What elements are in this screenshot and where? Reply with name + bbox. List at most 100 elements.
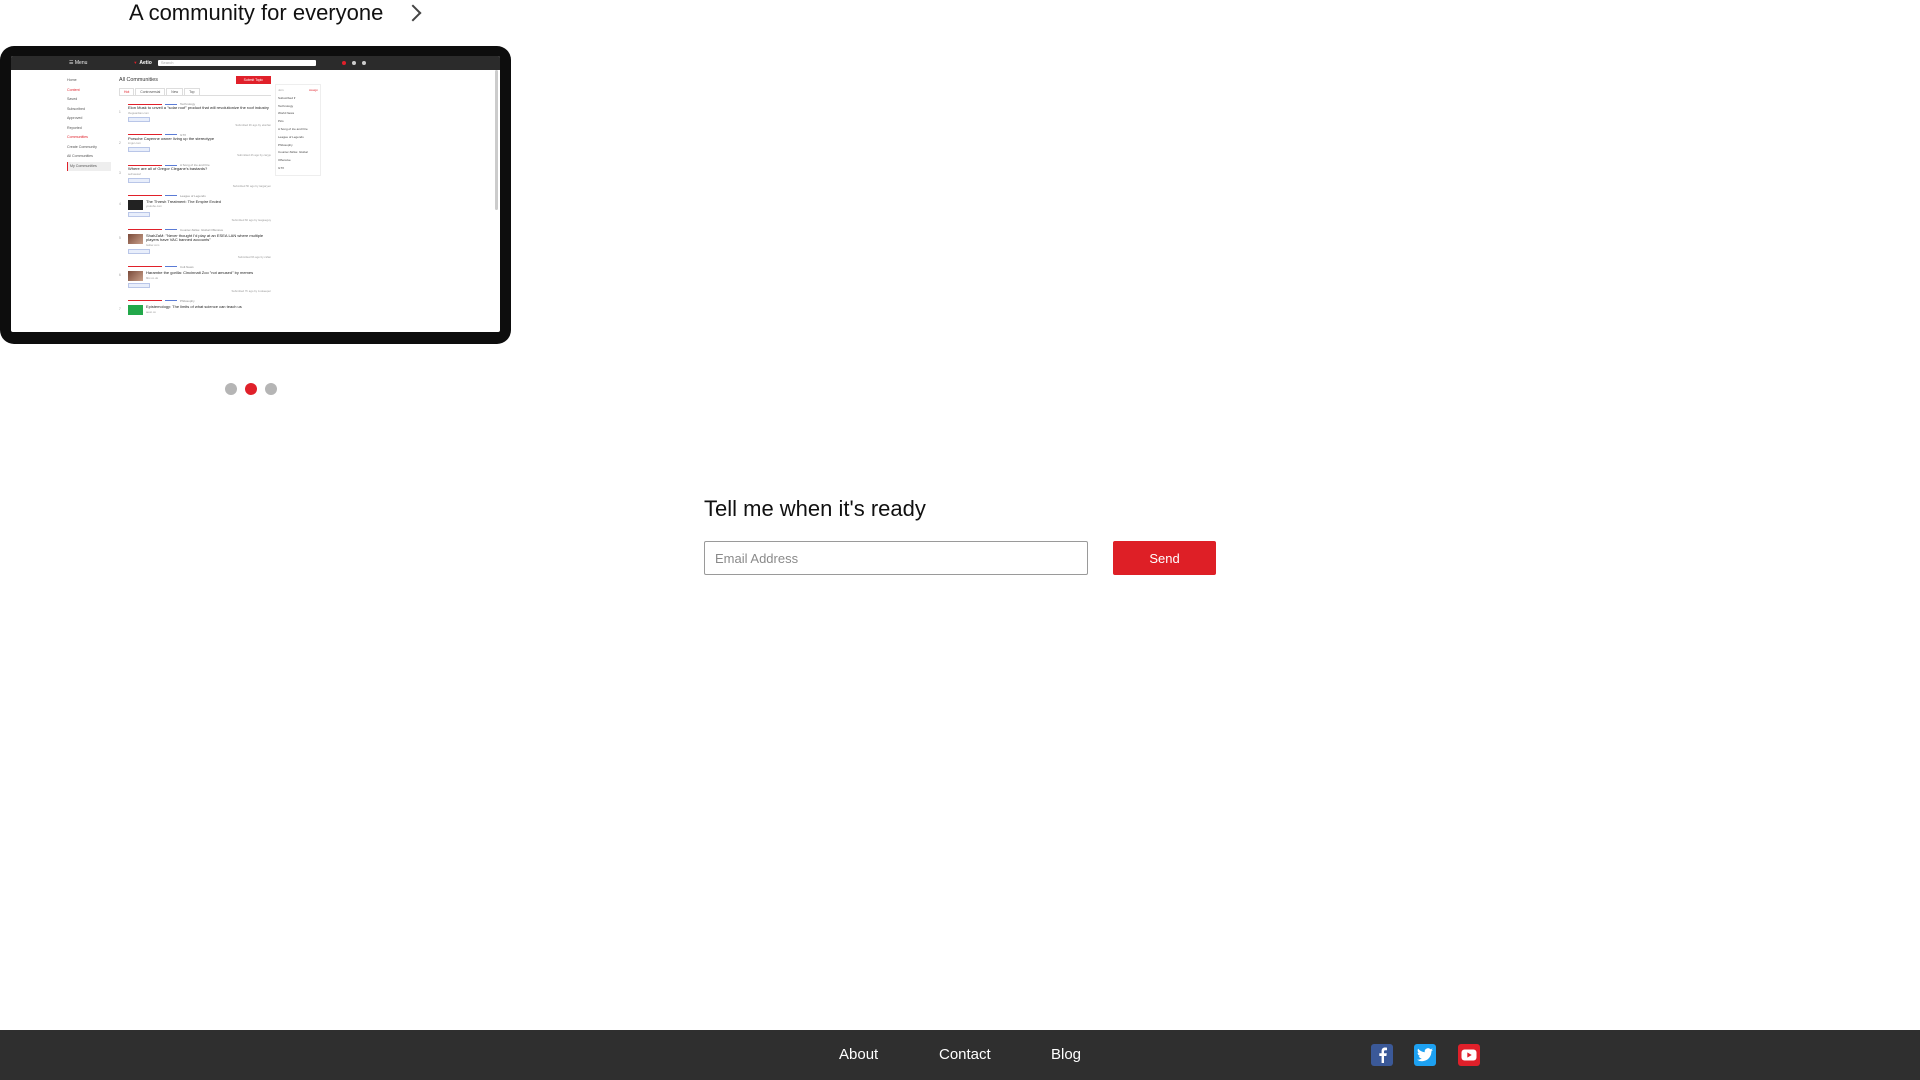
preview-assign-label: Assign: [308, 88, 318, 92]
carousel-title: A community for everyone: [129, 0, 384, 25]
preview-sidebar: Home Content Saved Subscribed Approved R…: [67, 76, 111, 171]
youtube-icon[interactable]: [1458, 1044, 1480, 1066]
preview-post-meta: Submitted 4h ago by caryjo: [237, 153, 271, 158]
preview-post-meta: Submitted 3h ago by elonfan: [235, 122, 271, 127]
preview-post-chip: [128, 248, 150, 254]
preview-post-rank: 2: [119, 140, 121, 145]
preview-post-meta: Submitted 6h ago by csfan: [237, 254, 271, 259]
preview-tabs: Hot Controversial New Top: [119, 88, 271, 96]
carousel-heading[interactable]: A community for everyone: [129, 0, 422, 26]
preview-post: 3 A Song of Ice and Fire Where are all o…: [119, 163, 271, 188]
app-preview-screenshot: ☰ Menu Aetio Search Home Content Saved S…: [11, 56, 500, 332]
preview-post: 7 Philosophy Epistemology: The limits of…: [119, 299, 271, 319]
preview-post-thumbnail: [128, 270, 143, 281]
preview-post-thumbnail: [128, 304, 143, 315]
preview-post: 2 GTX Porsche Cayenne owner living up th…: [119, 133, 271, 158]
preview-post-source: bbc.co.uk: [146, 275, 158, 280]
preview-sidebar-item: Create Community: [67, 144, 97, 149]
footer-link-blog[interactable]: Blog: [1051, 1046, 1081, 1063]
preview-submit-button: Submit Topic: [235, 76, 271, 84]
carousel-dot-1[interactable]: [225, 383, 237, 395]
preview-scrollbar: [495, 70, 498, 210]
footer: About Contact Blog: [0, 1030, 1920, 1080]
preview-sidebar-home: Home: [67, 78, 77, 82]
preview-search: Search: [157, 60, 316, 66]
preview-post-community: Cult News: [180, 264, 194, 269]
footer-link-about[interactable]: About: [839, 1046, 878, 1063]
preview-notification-icon: [342, 61, 346, 65]
preview-post-rank: 4: [119, 201, 121, 206]
preview-topbar: ☰ Menu Aetio Search: [11, 56, 500, 70]
preview-sidebar-item: Reported: [67, 125, 82, 130]
preview-right-item: Pics: [278, 119, 284, 124]
preview-post-chip: [128, 177, 150, 183]
preview-post-rank: 7: [119, 306, 121, 311]
preview-group-label: Subscribed ▾: [278, 95, 296, 100]
twitter-icon[interactable]: [1414, 1044, 1436, 1066]
preview-sidebar-item: My Communities: [67, 161, 111, 171]
preview-right-panel: Join Assign Subscribed ▾ Technology Worl…: [275, 84, 321, 176]
preview-right-item: Counter-Strike: Global Offensive: [278, 150, 308, 163]
preview-sidebar-item: Saved: [67, 97, 78, 101]
carousel-dot-3[interactable]: [265, 383, 277, 395]
preview-sidebar-item: All Communities: [67, 154, 93, 158]
preview-post-thumbnail: [128, 233, 143, 244]
preview-post-community: Philosophy: [180, 298, 195, 303]
send-button[interactable]: Send: [1113, 541, 1216, 575]
preview-main: All Communities Submit Topic Hot Controv…: [119, 76, 271, 319]
preview-post-thumbnail: [128, 199, 143, 210]
preview-tab: New: [166, 88, 184, 95]
preview-post-rank: 3: [119, 171, 121, 176]
preview-right-item: League of Legends: [278, 134, 304, 139]
preview-right-item: Technology: [278, 103, 294, 108]
preview-settings-icon: [362, 61, 366, 65]
preview-post-source: self.asoiaf: [128, 171, 141, 176]
preview-menu: ☰ Menu: [69, 60, 88, 66]
preview-post-title: Epistemology: The limits of what science…: [146, 303, 242, 309]
preview-post-community: League of Legends: [180, 193, 206, 198]
preview-post-rank: 1: [119, 110, 121, 114]
page: A community for everyone ☰ Menu Aetio Se…: [0, 0, 1920, 1080]
preview-post-source: youtube.com: [146, 204, 163, 209]
device-frame: ☰ Menu Aetio Search Home Content Saved S…: [0, 46, 511, 344]
preview-sidebar-section: Content: [67, 87, 80, 92]
preview-post-chip: [128, 211, 150, 217]
signup-title: Tell me when it's ready: [704, 496, 926, 521]
preview-title: All Communities: [119, 77, 158, 83]
preview-post-source: imgur.com: [128, 141, 141, 146]
preview-post-rank: 5: [119, 235, 121, 240]
preview-post: 1 Technology Elon Musk to unveil a "sola…: [119, 102, 271, 127]
preview-post-title: Elon Musk to unveil a "solar roof" produ…: [128, 105, 269, 110]
preview-post-meta: Submitted 6h ago by leagueguy: [231, 217, 271, 222]
preview-right-item: A Song of Ice and Fire: [278, 126, 308, 131]
chevron-right-icon[interactable]: [404, 4, 422, 22]
preview-post-title: ShahZaM: "Never thought I'd play at an E…: [146, 232, 264, 243]
preview-post: 5 Counter-Strike: Global Offensive ShahZ…: [119, 228, 271, 259]
preview-tab: Top: [184, 88, 200, 95]
carousel-dots: [225, 383, 277, 395]
preview-post-meta: Submitted 7h ago by zookeeper: [231, 288, 272, 293]
preview-post-source: twitter.com: [146, 242, 160, 247]
preview-post-source: aeon.co: [146, 309, 156, 314]
preview-logo: Aetio: [133, 60, 152, 66]
preview-user-icon: [352, 61, 356, 65]
preview-right-item: World News: [278, 111, 295, 116]
preview-sidebar-item: Approved: [67, 116, 83, 120]
preview-join-label: Join: [278, 88, 284, 92]
carousel-dot-2[interactable]: [245, 383, 257, 395]
preview-post-community: Counter-Strike: Global Offensive: [180, 227, 224, 232]
preview-post-title: Harambe the gorilla: Cincinnati Zoo "not…: [146, 269, 254, 275]
preview-post-source: theguardian.com: [128, 110, 149, 115]
preview-sidebar-section: Communities: [67, 135, 88, 139]
email-field[interactable]: [704, 541, 1088, 575]
preview-right-item: Philosophy: [278, 142, 293, 147]
preview-post: 6 Cult News Harambe the gorilla: Cincinn…: [119, 265, 271, 293]
preview-post-chip: [128, 282, 150, 288]
preview-post-chip: [128, 116, 150, 122]
preview-sidebar-item: Subscribed: [67, 106, 85, 111]
facebook-icon[interactable]: [1371, 1044, 1393, 1066]
preview-right-item: GTX: [278, 165, 285, 170]
footer-link-contact[interactable]: Contact: [939, 1046, 991, 1063]
preview-post-meta: Submitted 5h ago by targaryen: [232, 183, 271, 188]
preview-post-chip: [128, 147, 150, 153]
